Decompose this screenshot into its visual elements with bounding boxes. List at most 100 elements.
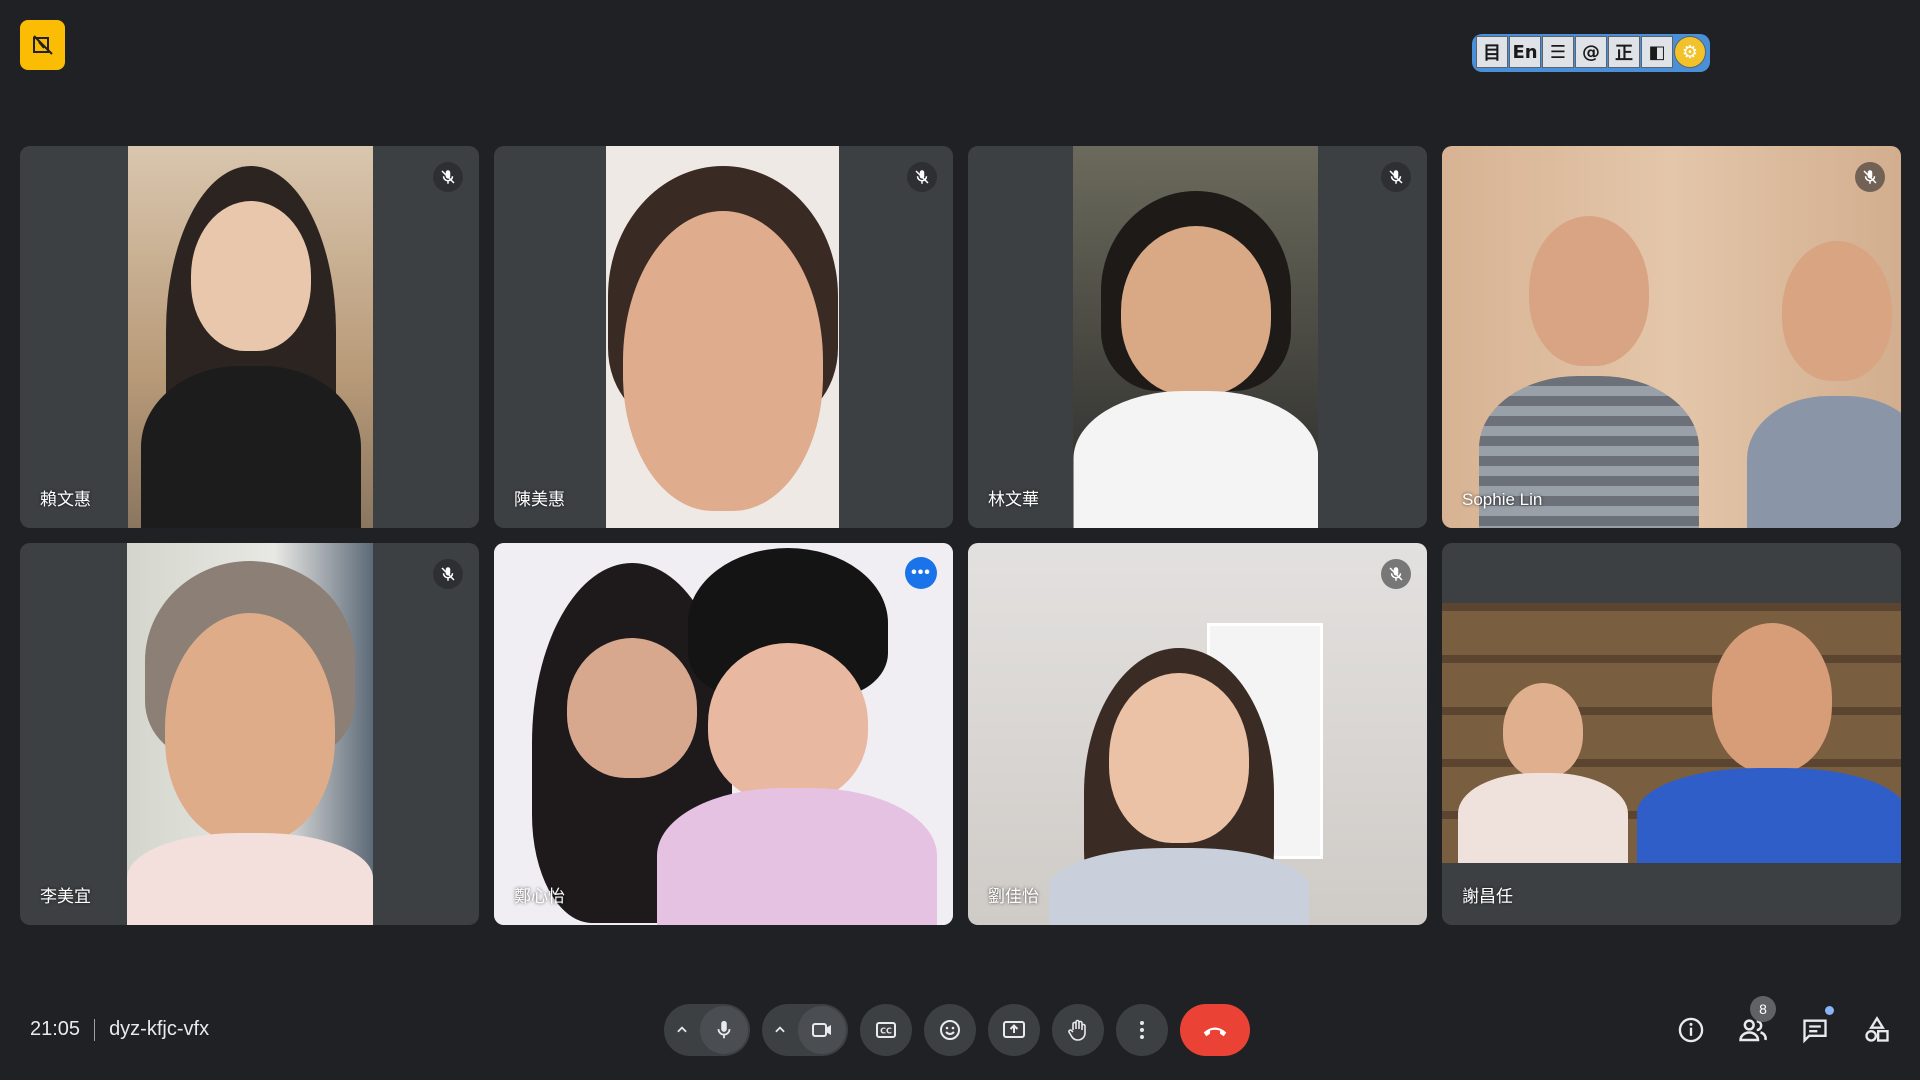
captions-button[interactable]: CC: [860, 1004, 912, 1056]
participant-body: [1637, 768, 1901, 863]
video-control-group: [762, 1004, 848, 1056]
meeting-details-button[interactable]: [1674, 1004, 1708, 1056]
participant-name: 劉佳怡: [988, 887, 1039, 906]
svg-text:CC: CC: [880, 1027, 892, 1036]
audio-control-group: [664, 1004, 750, 1056]
present-screen-button[interactable]: [988, 1004, 1040, 1056]
ime-layout-button[interactable]: ◧: [1641, 36, 1673, 68]
participant-name: 謝昌任: [1462, 887, 1513, 906]
participant-video: [494, 543, 953, 925]
participant-face: [165, 613, 335, 843]
mic-off-icon: [433, 162, 463, 192]
participant-tile[interactable]: 陳美惠: [494, 146, 953, 528]
chat-icon: [1803, 1019, 1827, 1044]
people-button[interactable]: 8: [1736, 996, 1776, 1056]
video-options-button[interactable]: [762, 1004, 798, 1056]
microphone-icon: [717, 1020, 731, 1039]
participant-body: [1746, 396, 1901, 528]
video-camera-icon: [812, 1023, 831, 1037]
participant-count-badge: 8: [1750, 996, 1776, 1022]
participant-face: [1712, 623, 1833, 773]
camera-off-indicator[interactable]: [20, 20, 65, 70]
participant-body: [127, 833, 373, 925]
participant-face: [566, 638, 697, 778]
meeting-code: dyz-kfjc-vfx: [109, 1018, 210, 1040]
ime-english-button[interactable]: En: [1509, 36, 1541, 68]
camera-button[interactable]: [798, 1006, 846, 1054]
new-message-dot: [1825, 1006, 1834, 1015]
participant-grid: 賴文惠 陳美惠 林文華 Sophie Lin 李美宜 鄭心怡 ••• 劉佳怡 謝…: [20, 146, 1901, 926]
participant-body: [1457, 773, 1628, 863]
participant-video: [968, 543, 1427, 925]
ime-toolbar: 目 En ☰ @ 正 ◧ ⚙: [1472, 34, 1710, 72]
mic-off-icon: [433, 559, 463, 589]
participant-face: [190, 201, 311, 351]
ime-settings-button[interactable]: ⚙: [1674, 36, 1706, 68]
chat-button[interactable]: [1798, 1004, 1834, 1056]
participant-face: [1781, 241, 1892, 381]
participant-face: [622, 211, 823, 511]
meeting-time: 21:05: [30, 1018, 81, 1040]
meeting-info: 21:05 dyz-kfjc-vfx: [30, 1018, 209, 1041]
call-controls: CC: [664, 1004, 1250, 1056]
participant-name: 李美宜: [40, 887, 91, 906]
mic-off-icon: [1381, 162, 1411, 192]
ime-menu-button[interactable]: ☰: [1542, 36, 1574, 68]
activities-button[interactable]: [1860, 1004, 1894, 1056]
participant-video: [127, 543, 373, 925]
participant-more-options-button[interactable]: •••: [905, 557, 937, 589]
camera-off-icon: [32, 35, 53, 55]
present-screen-icon: [1003, 1021, 1025, 1038]
more-options-icon: [1140, 1021, 1144, 1039]
mic-off-icon: [907, 162, 937, 192]
activities-icon: [1865, 1016, 1889, 1042]
participant-name: 陳美惠: [514, 490, 565, 509]
participant-video: [1442, 146, 1901, 528]
divider: [94, 1018, 96, 1041]
participant-video: [1073, 146, 1318, 528]
raise-hand-icon: [1068, 1019, 1086, 1041]
participant-video: [128, 146, 373, 528]
ime-symbol-button[interactable]: @: [1575, 36, 1607, 68]
participant-tile[interactable]: 劉佳怡: [968, 543, 1427, 925]
participant-tile[interactable]: 林文華: [968, 146, 1427, 528]
more-options-button[interactable]: [1116, 1004, 1168, 1056]
participant-face: [707, 643, 868, 803]
leave-call-button[interactable]: [1180, 1004, 1250, 1056]
captions-icon: CC: [876, 1022, 896, 1038]
participant-video: [606, 146, 839, 528]
audio-options-button[interactable]: [664, 1004, 700, 1056]
participant-body: [140, 366, 361, 528]
bottom-control-bar: 21:05 dyz-kfjc-vfx CC 8: [0, 990, 1920, 1070]
participant-face: [1502, 683, 1583, 778]
participant-video: [1442, 603, 1901, 863]
meeting-side-tools: 8: [1674, 996, 1894, 1056]
chevron-up-icon: [677, 1026, 687, 1033]
participant-tile[interactable]: 賴文惠: [20, 146, 479, 528]
chevron-up-icon: [775, 1026, 785, 1033]
participant-body: [1049, 848, 1310, 925]
leave-call-icon: [1203, 1027, 1227, 1037]
ime-mode-button[interactable]: 目: [1476, 36, 1508, 68]
participant-name: 林文華: [988, 490, 1039, 509]
info-icon: [1678, 1017, 1704, 1043]
participant-tile[interactable]: 謝昌任: [1442, 543, 1901, 925]
participant-tile-active-speaker[interactable]: 鄭心怡 •••: [494, 543, 953, 925]
participant-tile[interactable]: Sophie Lin: [1442, 146, 1901, 528]
participant-face: [1120, 226, 1271, 396]
participant-body: [1073, 391, 1318, 528]
participant-name: 鄭心怡: [514, 887, 565, 906]
participant-tile[interactable]: 李美宜: [20, 543, 479, 925]
microphone-button[interactable]: [700, 1006, 748, 1054]
participant-name: Sophie Lin: [1462, 490, 1543, 509]
participant-face: [1528, 216, 1649, 366]
emoji-icon: [940, 1020, 960, 1040]
ime-fullwidth-button[interactable]: 正: [1608, 36, 1640, 68]
participant-name: 賴文惠: [40, 490, 91, 509]
participant-body: [656, 788, 937, 925]
raise-hand-button[interactable]: [1052, 1004, 1104, 1056]
participant-face: [1109, 673, 1250, 843]
emoji-reactions-button[interactable]: [924, 1004, 976, 1056]
mic-off-icon: [1855, 162, 1885, 192]
mic-off-icon: [1381, 559, 1411, 589]
